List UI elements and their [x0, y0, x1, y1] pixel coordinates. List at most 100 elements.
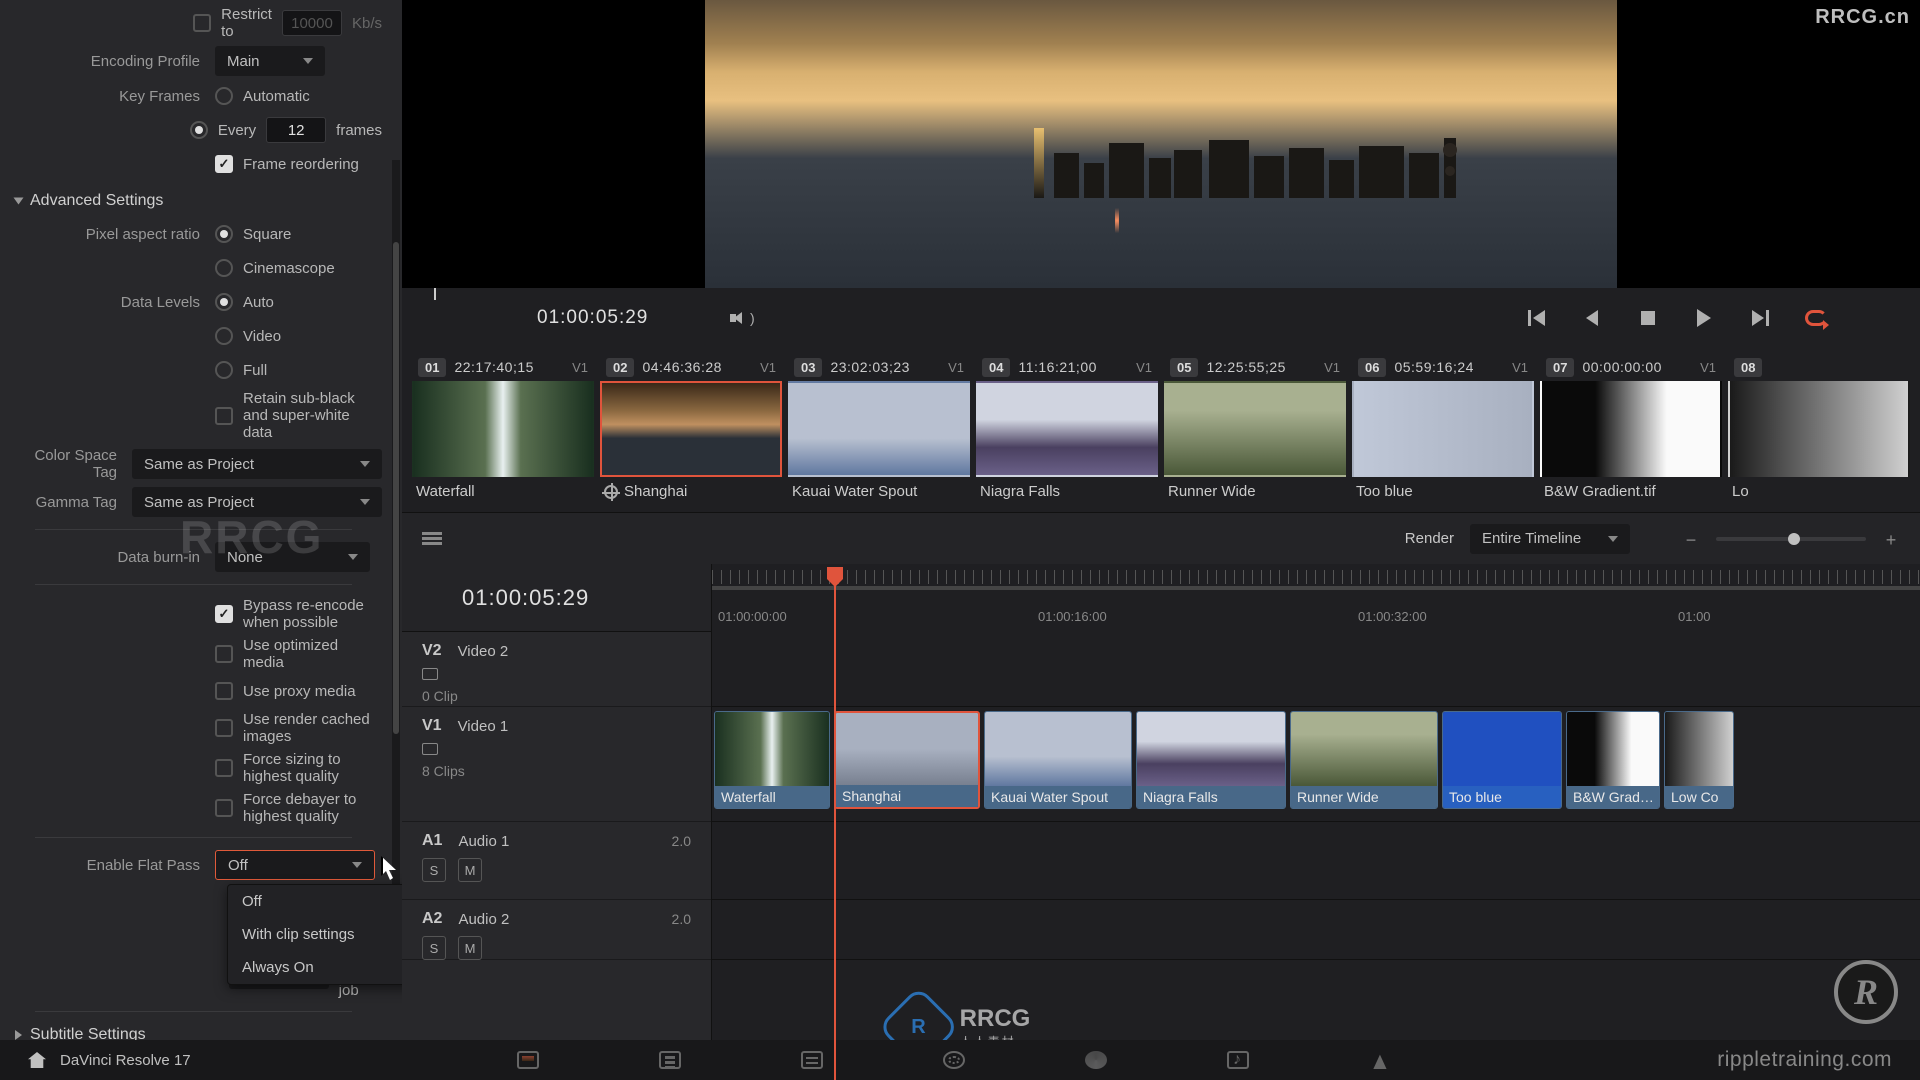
color-space-select[interactable]: Same as Project: [132, 449, 382, 479]
solo-button[interactable]: S: [422, 936, 446, 960]
mute-button[interactable]: M: [458, 858, 482, 882]
zoom-in-button[interactable]: +: [1882, 530, 1900, 548]
key-frames-auto-radio[interactable]: Automatic: [215, 87, 310, 105]
clip-track: V1: [760, 360, 776, 375]
track-v1-lane[interactable]: WaterfallShanghaiKauai Water SpoutNiagra…: [712, 707, 1920, 822]
clip-timecode: 11:16:21;00: [1018, 359, 1096, 375]
sizing-checkbox[interactable]: Force sizing to highest quality: [215, 751, 382, 785]
ripple-training-text: rippletraining.com: [1717, 1048, 1892, 1072]
clip-thumbnail: [1164, 381, 1346, 477]
chevron-down-icon: [303, 58, 313, 64]
clip-card[interactable]: 0122:17:40;15V1 Waterfall: [412, 354, 594, 506]
cached-checkbox[interactable]: Use render cached images: [215, 711, 382, 745]
clip-card[interactable]: 0512:25:55;25V1 Runner Wide: [1164, 354, 1346, 506]
timeline-clip-name: Low Co: [1665, 786, 1733, 808]
flat-pass-option-always[interactable]: Always On: [228, 951, 402, 984]
clip-card[interactable]: 0323:02:03;23V1 Kauai Water Spout: [788, 354, 970, 506]
first-frame-button[interactable]: [1522, 304, 1550, 332]
clip-thumbnail: [600, 381, 782, 477]
timeline-clip-name: Waterfall: [715, 786, 829, 808]
flat-pass-option-clip[interactable]: With clip settings: [228, 918, 402, 951]
loop-button[interactable]: [1802, 304, 1830, 332]
clip-thumbnail: [1540, 381, 1722, 477]
timeline-clip[interactable]: Runner Wide: [1290, 711, 1438, 809]
home-icon[interactable]: [28, 1052, 46, 1068]
clip-track: V1: [572, 360, 588, 375]
data-levels-auto-radio[interactable]: Auto: [215, 293, 274, 311]
chevron-down-icon: [352, 862, 362, 868]
timeline-clip[interactable]: Shanghai: [834, 711, 980, 809]
clip-card[interactable]: 0204:46:36:28V1 Shanghai: [600, 354, 782, 506]
scrub-marker[interactable]: [434, 288, 436, 300]
timeline-clip[interactable]: Waterfall: [714, 711, 830, 809]
burn-in-select[interactable]: None: [215, 542, 370, 572]
clip-card[interactable]: 08Lo: [1728, 354, 1910, 506]
clip-name: Kauai Water Spout: [788, 477, 970, 506]
proxy-checkbox[interactable]: Use proxy media: [215, 682, 356, 700]
track-header-a2[interactable]: A2Audio 22.0 SM: [402, 900, 711, 960]
timeline-clip[interactable]: Kauai Water Spout: [984, 711, 1132, 809]
clip-name: B&W Gradient.tif: [1540, 477, 1722, 506]
timeline-view-icon[interactable]: [422, 532, 442, 546]
sidebar-scrollbar[interactable]: [392, 160, 400, 980]
zoom-slider[interactable]: [1716, 537, 1866, 541]
viewer: RRCG.cn: [402, 0, 1920, 288]
debayer-checkbox[interactable]: Force debayer to highest quality: [215, 791, 382, 825]
color-page-icon[interactable]: [1085, 1051, 1107, 1069]
encoding-profile-select[interactable]: Main: [215, 46, 325, 76]
deliver-page-icon[interactable]: [1369, 1051, 1391, 1069]
advanced-settings-toggle[interactable]: Advanced Settings: [15, 192, 382, 210]
timeline-clip[interactable]: B&W Grad…: [1566, 711, 1660, 809]
fusion-page-icon[interactable]: [943, 1051, 965, 1069]
optimized-checkbox[interactable]: Use optimized media: [215, 637, 382, 671]
edit-page-icon[interactable]: [801, 1051, 823, 1069]
frame-reordering-checkbox[interactable]: Frame reordering: [215, 155, 359, 173]
data-levels-full-radio[interactable]: Full: [215, 361, 267, 379]
clip-number: 05: [1170, 358, 1198, 377]
solo-button[interactable]: S: [422, 858, 446, 882]
render-scope-select[interactable]: Entire Timeline: [1470, 524, 1630, 554]
mute-button[interactable]: M: [458, 936, 482, 960]
flat-pass-select[interactable]: Off: [215, 850, 375, 880]
track-a2-lane[interactable]: [712, 900, 1920, 960]
media-page-icon[interactable]: [517, 1051, 539, 1069]
clip-card[interactable]: 0411:16:21;00V1 Niagra Falls: [976, 354, 1158, 506]
timeline-clip[interactable]: Too blue: [1442, 711, 1562, 809]
cut-page-icon[interactable]: [659, 1051, 681, 1069]
timeline-clip[interactable]: Niagra Falls: [1136, 711, 1286, 809]
track-v2-lane[interactable]: [712, 632, 1920, 707]
mute-button[interactable]: ): [728, 304, 756, 332]
clip-timecode: 22:17:40;15: [454, 359, 533, 375]
last-frame-button[interactable]: [1746, 304, 1774, 332]
flat-pass-label: Enable Flat Pass: [20, 857, 215, 874]
clip-card[interactable]: 0605:59:16;24V1 Too blue: [1352, 354, 1534, 506]
stop-button[interactable]: [1634, 304, 1662, 332]
track-header-a1[interactable]: A1Audio 12.0 SM: [402, 822, 711, 900]
zoom-out-button[interactable]: −: [1682, 530, 1700, 548]
clip-number: 02: [606, 358, 634, 377]
flat-pass-option-off[interactable]: Off: [228, 885, 402, 918]
key-frames-value[interactable]: [266, 117, 326, 143]
fairlight-page-icon[interactable]: [1227, 1051, 1249, 1069]
key-frames-label: Key Frames: [20, 88, 215, 105]
track-a1-lane[interactable]: [712, 822, 1920, 900]
playhead[interactable]: [834, 567, 836, 1080]
clip-thumbnails-strip: 0122:17:40;15V1 Waterfall0204:46:36:28V1…: [402, 348, 1920, 512]
key-frames-every-radio[interactable]: Every: [190, 121, 256, 139]
gamma-select[interactable]: Same as Project: [132, 487, 382, 517]
play-reverse-button[interactable]: [1578, 304, 1606, 332]
restrict-to-checkbox[interactable]: Restrict to: [193, 6, 272, 40]
timeline-ruler[interactable]: 01:00:00:00 01:00:16:00 01:00:32:00 01:0…: [712, 564, 1920, 632]
retain-subblack-checkbox[interactable]: Retain sub-black and super-white data: [215, 390, 382, 441]
clip-card[interactable]: 0700:00:00:00V1 B&W Gradient.tif: [1540, 354, 1722, 506]
bypass-checkbox[interactable]: Bypass re-encode when possible: [215, 597, 382, 631]
data-levels-video-radio[interactable]: Video: [215, 327, 281, 345]
par-cinema-radio[interactable]: Cinemascope: [215, 259, 335, 277]
track-header-v1[interactable]: V1Video 1 8 Clips: [402, 707, 711, 822]
timeline-clip-name: Niagra Falls: [1137, 786, 1285, 808]
timeline-clip[interactable]: Low Co: [1664, 711, 1734, 809]
play-button[interactable]: [1690, 304, 1718, 332]
restrict-to-value[interactable]: [282, 10, 342, 36]
par-square-radio[interactable]: Square: [215, 225, 291, 243]
track-header-v2[interactable]: V2Video 2 0 Clip: [402, 632, 711, 707]
